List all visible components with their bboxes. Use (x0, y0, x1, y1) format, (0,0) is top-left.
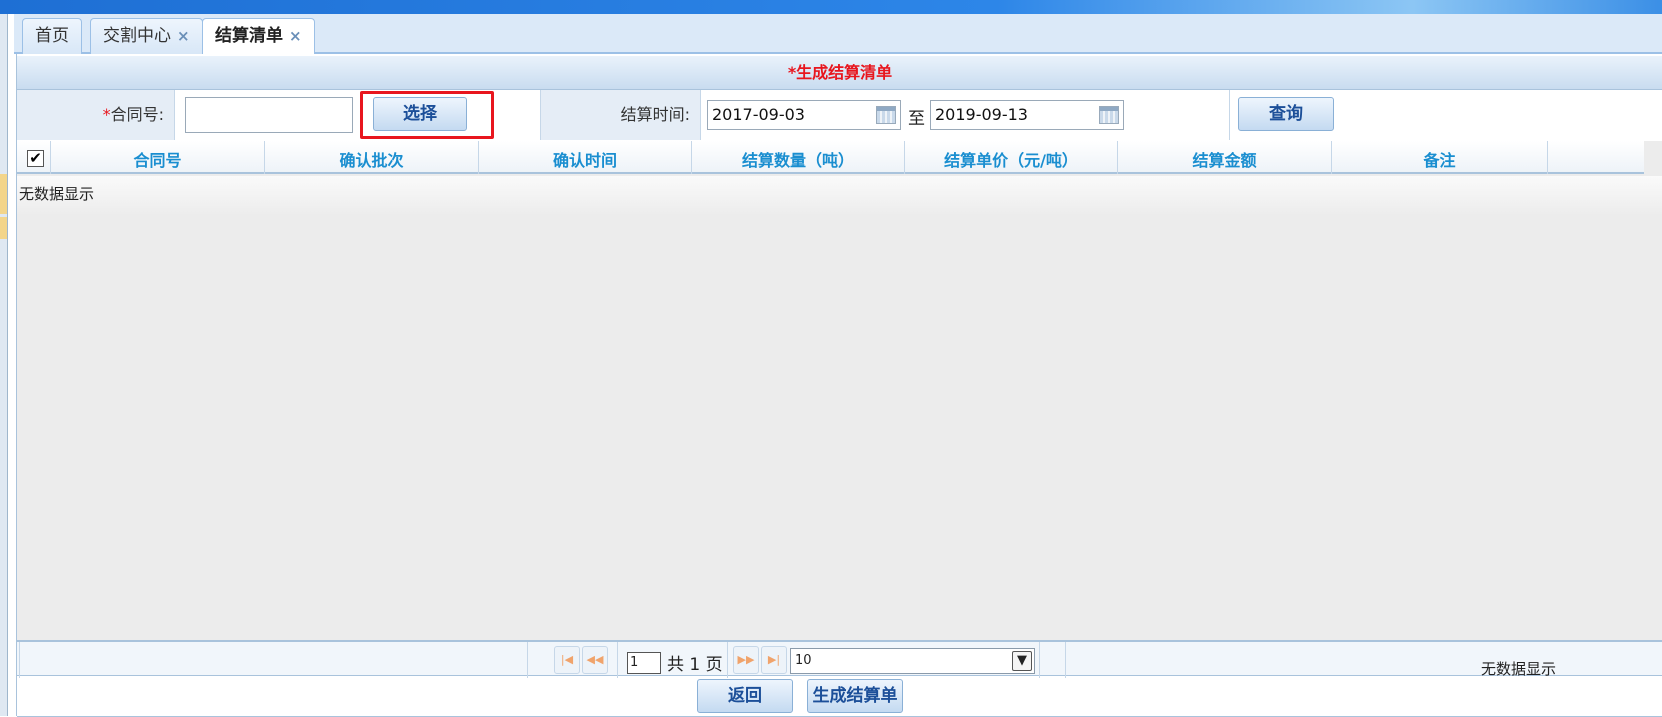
query-cell: 查询 (1230, 90, 1662, 140)
query-button[interactable]: 查询 (1238, 97, 1334, 131)
close-icon[interactable]: × (177, 27, 190, 45)
tab-delivery-center[interactable]: 交割中心 × (90, 18, 203, 54)
left-collapsed-panel[interactable] (0, 14, 8, 716)
page-size-select[interactable]: 10 ▼ (790, 648, 1035, 674)
back-button[interactable]: 返回 (697, 679, 793, 713)
contract-label: *合同号: (17, 90, 175, 140)
search-form: *合同号: 选择 结算时间: 2017-09-03 至 2019-09-13 查… (17, 90, 1662, 140)
date-to-value: 2019-09-13 (935, 105, 1028, 124)
page-total-text: 共 1 页 (667, 655, 723, 675)
date-to-input[interactable]: 2019-09-13 (930, 100, 1124, 130)
calendar-icon[interactable] (876, 106, 896, 124)
left-panel-highlight (0, 217, 7, 239)
dropdown-arrow-icon[interactable]: ▼ (1012, 651, 1032, 671)
page-size-value: 10 (795, 653, 812, 668)
column-header-confirm-time[interactable]: 确认时间 (479, 141, 692, 174)
column-header-quantity[interactable]: 结算数量（吨） (692, 141, 905, 174)
prev-page-icon[interactable]: ◀◀ (582, 646, 608, 674)
settle-time-label: 结算时间: (541, 90, 701, 140)
column-header-batch[interactable]: 确认批次 (265, 141, 479, 174)
pager-divider (727, 642, 728, 678)
first-page-icon[interactable]: |◀ (554, 646, 580, 674)
top-banner (0, 0, 1662, 14)
pager-divider (527, 642, 528, 678)
column-header-unit-price[interactable]: 结算单价（元/吨） (905, 141, 1118, 174)
tab-label: 交割中心 (103, 26, 171, 46)
last-page-icon[interactable]: ▶| (761, 646, 787, 674)
column-header-amount[interactable]: 结算金额 (1118, 141, 1332, 174)
column-header-contract[interactable]: 合同号 (51, 141, 265, 174)
contract-cell: 选择 (175, 90, 541, 140)
date-from-value: 2017-09-03 (712, 105, 805, 124)
contract-input[interactable] (185, 97, 353, 133)
date-separator: 至 (908, 109, 925, 129)
highlight-box (360, 91, 494, 139)
contract-label-text: 合同号: (110, 105, 164, 124)
action-bar: 返回 生成结算单 (17, 677, 1662, 717)
empty-message: 无数据显示 (19, 185, 95, 203)
required-mark: * (102, 105, 111, 124)
pager-divider (617, 642, 618, 678)
pager-divider (1039, 642, 1040, 678)
panel-title: *生成结算清单 (787, 63, 893, 82)
tab-home[interactable]: 首页 (22, 18, 82, 54)
pager-divider (1065, 642, 1066, 678)
calendar-icon[interactable] (1099, 106, 1119, 124)
select-all-checkbox[interactable]: ✔ (27, 150, 44, 167)
date-from-input[interactable]: 2017-09-03 (707, 100, 901, 130)
tab-bar: 首页 交割中心 × 结算清单 × (14, 14, 1662, 56)
pager-divider (19, 642, 20, 678)
main-panel: *生成结算清单 *合同号: 选择 结算时间: 2017-09-03 至 2019… (16, 54, 1662, 717)
tab-settlement-list[interactable]: 结算清单 × (202, 18, 315, 56)
close-icon[interactable]: × (289, 27, 302, 45)
select-all-cell: ✔ (17, 141, 51, 174)
next-page-icon[interactable]: ▶▶ (733, 646, 759, 674)
generate-settlement-button[interactable]: 生成结算单 (807, 679, 903, 713)
pager-status: 无数据显示 (1481, 660, 1557, 678)
pagination-bar: |◀ ◀◀ 1 共 1 页 ▶▶ ▶| 10 ▼ 无数据显示 (17, 640, 1662, 678)
column-header-remark[interactable]: 备注 (1332, 141, 1548, 174)
tab-label: 首页 (35, 26, 69, 46)
left-panel-highlight (0, 174, 7, 214)
grid-body (17, 176, 1662, 216)
grid-header: ✔ 合同号 确认批次 确认时间 结算数量（吨） 结算单价（元/吨） 结算金额 备… (17, 141, 1644, 174)
tab-label: 结算清单 (215, 26, 283, 46)
panel-title-bar: *生成结算清单 (17, 56, 1662, 90)
page-number-input[interactable]: 1 (627, 652, 661, 674)
check-icon: ✔ (29, 149, 42, 167)
data-grid: ✔ 合同号 确认批次 确认时间 结算数量（吨） 结算单价（元/吨） 结算金额 备… (17, 141, 1662, 641)
date-range-cell: 2017-09-03 至 2019-09-13 (701, 90, 1230, 140)
